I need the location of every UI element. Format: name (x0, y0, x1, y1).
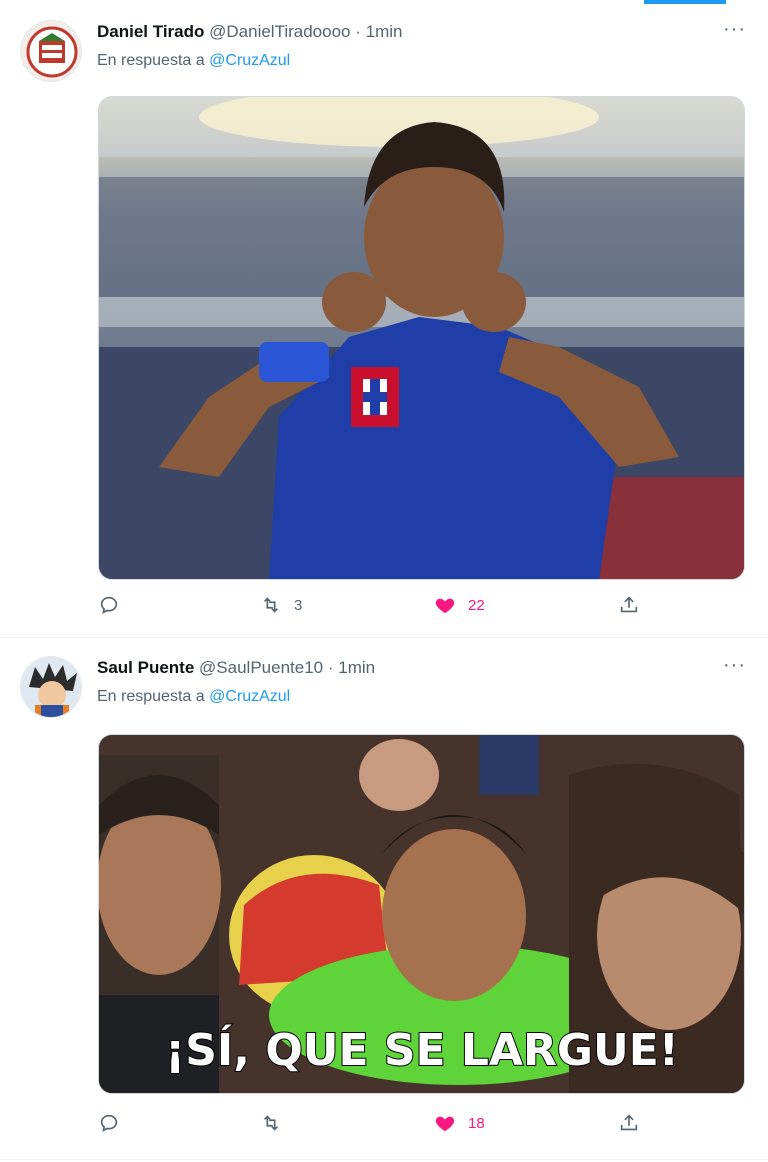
crest-avatar-image (21, 21, 81, 81)
reply-prefix: En respuesta a (97, 688, 205, 705)
like-count: 22 (468, 596, 485, 614)
separator: · (327, 658, 334, 677)
avatar[interactable] (20, 20, 82, 82)
meme-image: ¡SÍ, QUE SE LARGUE! (99, 735, 744, 1093)
heart-icon (435, 1116, 455, 1132)
author-name[interactable]: Daniel Tirado (97, 22, 204, 41)
like-button[interactable]: 18 (434, 1112, 485, 1134)
timestamp[interactable]: 1min (366, 22, 403, 41)
tweet[interactable]: Daniel Tirado @DanielTiradoooo · 1min ··… (0, 4, 768, 638)
tweet-header: Saul Puente @SaulPuente10 · 1min (97, 658, 375, 678)
like-count: 18 (468, 1114, 485, 1132)
reply-button[interactable] (98, 594, 132, 616)
more-icon[interactable]: ··· (723, 19, 746, 39)
separator: · (355, 22, 361, 41)
timestamp[interactable]: 1min (338, 658, 375, 677)
share-button[interactable] (618, 594, 640, 616)
reply-context: En respuesta a @CruzAzul (97, 52, 290, 70)
anime-avatar-image (21, 657, 81, 717)
retweet-button[interactable] (260, 1112, 294, 1134)
author-handle[interactable]: @SaulPuente10 (199, 658, 323, 677)
share-icon (620, 596, 638, 613)
player-photo (99, 97, 744, 579)
share-icon (620, 1114, 638, 1131)
author-handle[interactable]: @DanielTiradoooo (209, 22, 350, 41)
like-button[interactable]: 22 (434, 594, 485, 616)
reply-context: En respuesta a @CruzAzul (97, 688, 290, 706)
tweet-header: Daniel Tirado @DanielTiradoooo · 1min (97, 22, 403, 42)
share-button[interactable] (618, 1112, 640, 1134)
reply-mention-link[interactable]: @CruzAzul (209, 688, 290, 705)
meme-caption: ¡SÍ, QUE SE LARGUE! (165, 1023, 679, 1076)
heart-icon (435, 598, 455, 614)
tweet-actions: 18 (98, 1112, 658, 1142)
reply-button[interactable] (98, 1112, 132, 1134)
reply-icon (100, 1114, 118, 1132)
retweet-button[interactable]: 3 (260, 594, 302, 616)
tweet-media-image[interactable] (98, 96, 745, 580)
retweet-count: 3 (294, 596, 303, 614)
reply-mention-link[interactable]: @CruzAzul (209, 52, 290, 69)
retweet-icon (263, 1115, 279, 1131)
reply-icon (100, 596, 118, 614)
author-name[interactable]: Saul Puente (97, 658, 194, 677)
more-icon[interactable]: ··· (723, 655, 746, 675)
reply-prefix: En respuesta a (97, 52, 205, 69)
tweet-media-image[interactable]: ¡SÍ, QUE SE LARGUE! (98, 734, 745, 1094)
tweet[interactable]: Saul Puente @SaulPuente10 · 1min ··· En … (0, 640, 768, 1160)
avatar[interactable] (20, 656, 82, 718)
tweet-actions: 3 22 (98, 594, 658, 624)
retweet-icon (263, 597, 279, 613)
